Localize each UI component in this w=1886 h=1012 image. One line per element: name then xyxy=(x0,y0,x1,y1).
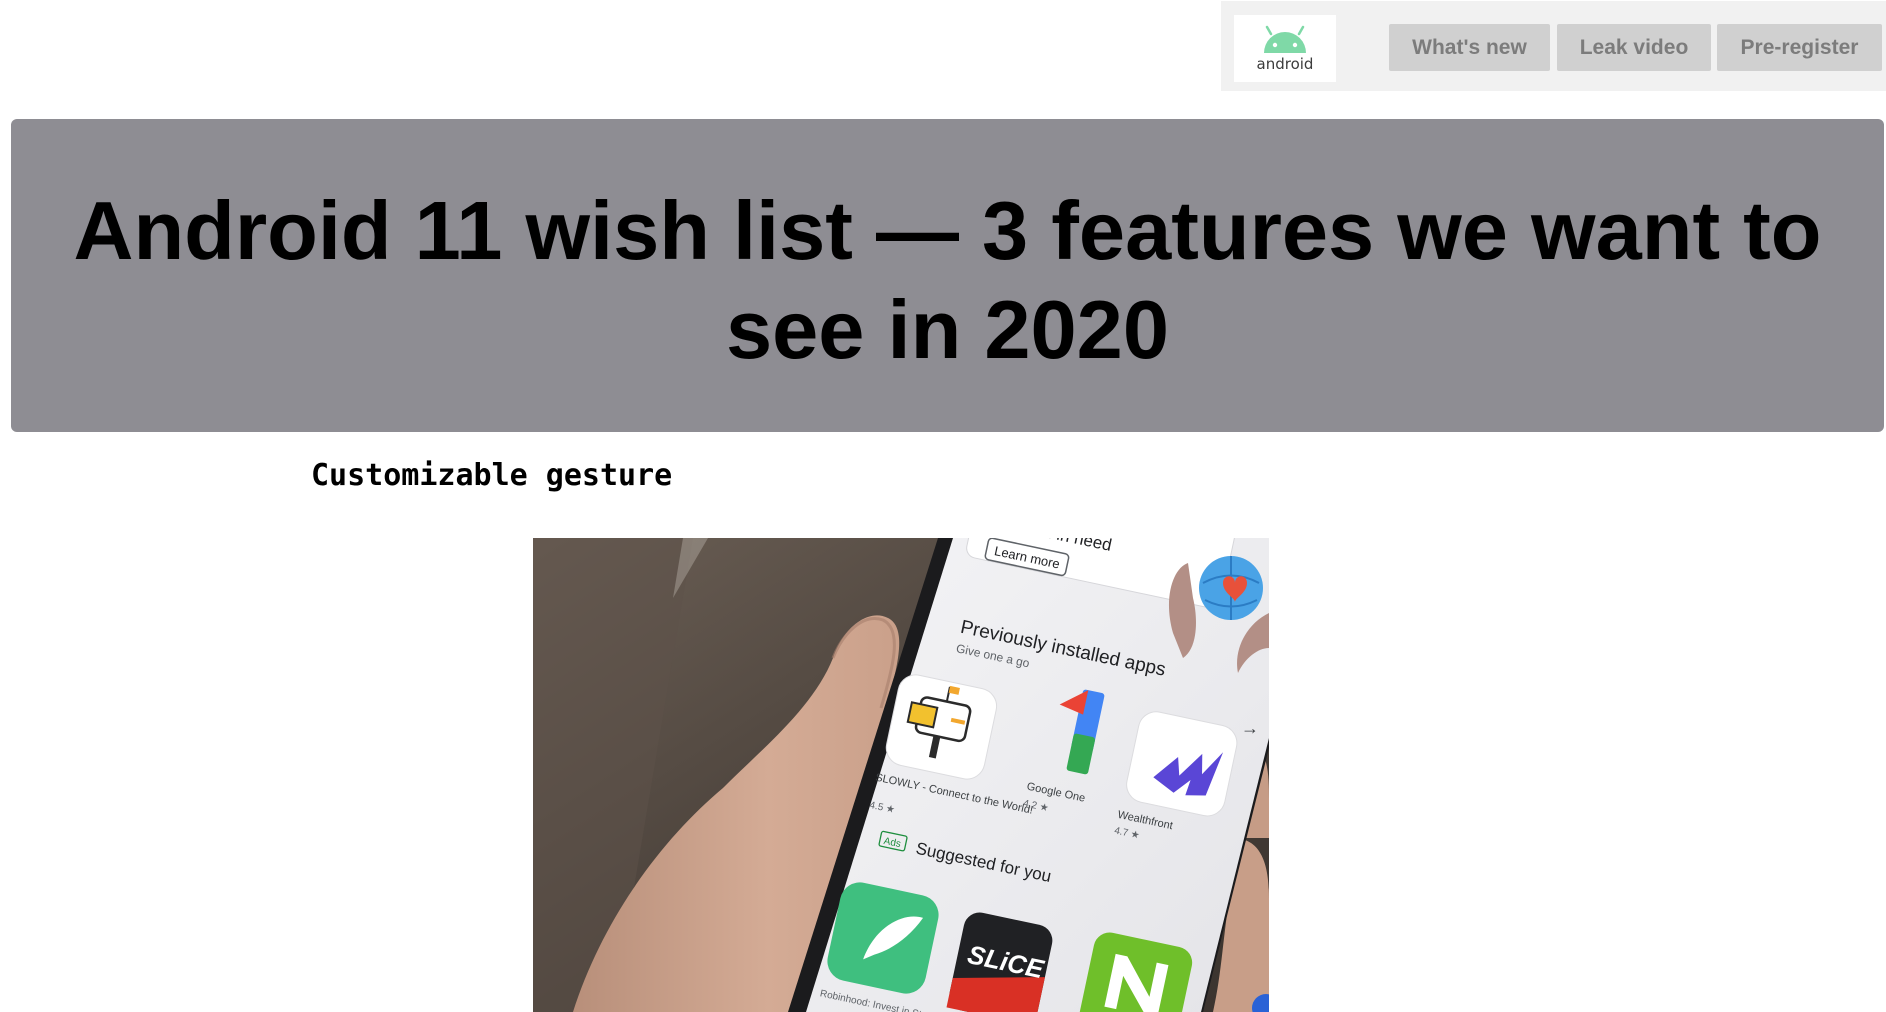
arrow-right-icon: → xyxy=(1241,718,1259,738)
logo-wordmark: android xyxy=(1256,55,1314,73)
pre-register-button[interactable]: Pre-register xyxy=(1717,24,1882,71)
whats-new-button[interactable]: What's new xyxy=(1389,24,1550,71)
top-nav: android What's new Leak video Pre-regist… xyxy=(1221,1,1886,91)
article-photo: en in need Learn more Previously install… xyxy=(533,538,1269,1012)
hero-banner: Android 11 wish list — 3 features we wan… xyxy=(11,119,1884,432)
leak-video-button[interactable]: Leak video xyxy=(1557,24,1711,71)
page-title: Android 11 wish list — 3 features we wan… xyxy=(73,184,1822,376)
android-logo[interactable]: android xyxy=(1234,15,1336,82)
section-heading: Customizable gesture xyxy=(311,458,673,493)
